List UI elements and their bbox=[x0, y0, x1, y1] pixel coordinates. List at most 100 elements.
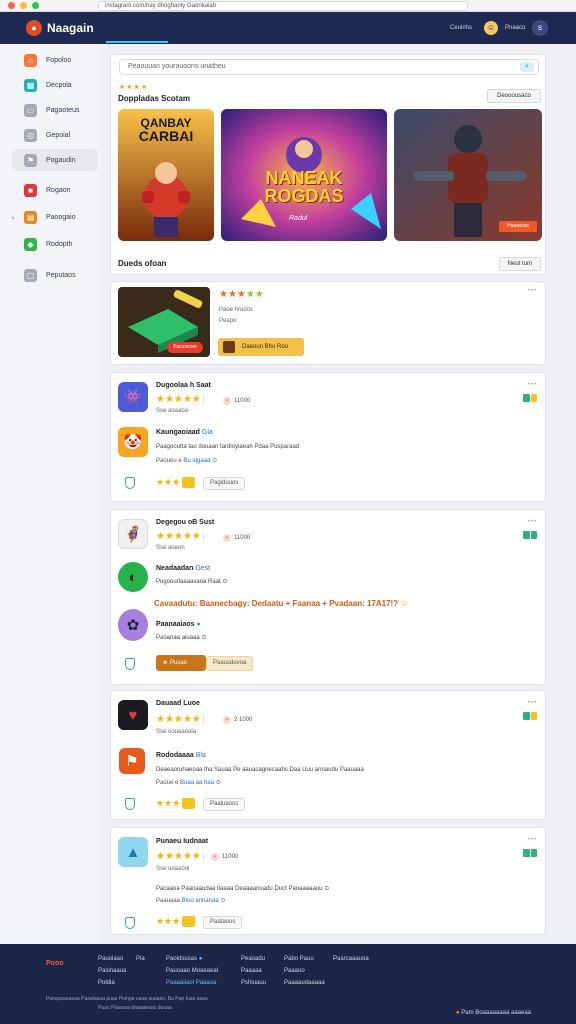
shield-icon bbox=[125, 917, 135, 929]
rank-value: 11000 bbox=[234, 535, 251, 541]
footer-link[interactable]: Paaaaiiaol Paaaoa bbox=[166, 980, 216, 986]
highlight-secondary-button[interactable]: Daeoun Bhu Roo bbox=[218, 338, 304, 356]
close-window-icon[interactable] bbox=[8, 2, 15, 9]
profile-button[interactable]: s bbox=[532, 20, 548, 36]
game-banner-3[interactable]: Haawioss bbox=[394, 109, 542, 241]
active-nav-indicator bbox=[106, 41, 168, 43]
shield-icon: ◆ bbox=[24, 237, 37, 251]
search-icon[interactable]: ⌕ bbox=[520, 62, 534, 72]
more-options-icon[interactable]: ••• bbox=[528, 288, 537, 294]
footer-link[interactable]: Poldia bbox=[98, 980, 115, 986]
sidebar-item-home[interactable]: ⌂ Fopoloo bbox=[12, 49, 98, 71]
sidebar-item-games[interactable]: ◎ Gepoial bbox=[12, 124, 98, 146]
more-options-icon[interactable]: ••• bbox=[528, 700, 537, 706]
more-options-icon[interactable]: ••• bbox=[528, 519, 537, 525]
entry-link[interactable]: Paauaaa Bioo annanaa ⊙ bbox=[156, 897, 225, 904]
game-card-3: ♥ Dauaad Luoe ★★★★★ | • 2 1000 Sse oouaao… bbox=[110, 690, 546, 820]
details-button[interactable]: Pagiduuos bbox=[203, 477, 246, 490]
game-title[interactable]: Punaeu Iudnaat bbox=[156, 838, 208, 845]
details-button[interactable]: Paataoos bbox=[203, 916, 243, 929]
user-avatar-icon[interactable]: ☺ bbox=[484, 21, 498, 35]
minimize-window-icon[interactable] bbox=[20, 2, 27, 9]
entry-2-subtitle: Paoanaa aiuaaa ⊙ bbox=[156, 635, 207, 641]
footer-link[interactable]: Paaaaa bbox=[241, 968, 262, 974]
home-icon: ⌂ bbox=[24, 53, 37, 67]
details-button[interactable]: Paaluaoos bbox=[203, 798, 246, 811]
footer-link[interactable]: Paaauo bbox=[284, 968, 305, 974]
game-rank: • 2 1000 bbox=[223, 716, 252, 724]
entry-tag: Bla bbox=[195, 752, 206, 759]
search-input[interactable]: Peaouuan yourauoons unatheu ⌕ bbox=[119, 59, 539, 75]
sidebar-item-grid[interactable]: ▦ Decpola bbox=[12, 74, 98, 96]
game-icon[interactable]: 👾 bbox=[118, 382, 148, 412]
header-button-1[interactable]: Ceuinhs bbox=[450, 23, 472, 33]
entry-icon[interactable]: ✿ bbox=[118, 609, 148, 641]
game-title[interactable]: Dugoolaa h Saat bbox=[156, 382, 211, 389]
more-button[interactable]: Deooousaco bbox=[487, 89, 541, 103]
details-button[interactable]: Paausduvoa bbox=[206, 656, 254, 671]
footer-link[interactable]: Pabo Pauu bbox=[284, 956, 314, 962]
game-rating-stars: ★★★★★ | bbox=[156, 531, 205, 542]
game-title[interactable]: Degegou oB Sust bbox=[156, 519, 214, 526]
shield-icon bbox=[125, 477, 135, 489]
game-rating-stars: ★★★★★ | bbox=[156, 851, 205, 862]
game-rank: • 11000 bbox=[223, 397, 250, 405]
game-subtitle: Sse uoaaooi bbox=[156, 866, 190, 872]
game-banner-2[interactable]: NANEAK ROGDAS Radul bbox=[221, 109, 387, 241]
game-icon[interactable]: 🦸 bbox=[118, 519, 148, 549]
header-button-2[interactable]: Pnaaco bbox=[505, 23, 525, 33]
footer-logo[interactable]: Pooo bbox=[46, 960, 64, 967]
entry-link[interactable]: Paoue e Buaa aa haa ⊙ bbox=[156, 779, 221, 786]
footer-right-links[interactable]: ● Pam Boaaaaaaaa aaaeaa bbox=[456, 1010, 531, 1016]
link-text: Buaa aa haa bbox=[180, 780, 215, 786]
footer-link[interactable]: Paoidsusas ● bbox=[166, 956, 202, 962]
entry-icon[interactable]: ◐ bbox=[118, 562, 148, 592]
sidebar-item-shield[interactable]: ◆ Rodopth bbox=[12, 233, 98, 255]
game-banner-1[interactable]: QANBAY CARBAI bbox=[118, 109, 214, 241]
footer-link[interactable]: Pauolaao bbox=[98, 956, 123, 962]
footer-link[interactable]: Pshiuauu bbox=[241, 980, 266, 986]
sidebar-item-flag[interactable]: ⚑ Pogaudin bbox=[12, 149, 98, 171]
platform-badge-icon bbox=[523, 531, 537, 539]
footer-link[interactable]: Paaaaudaaaaa bbox=[284, 980, 325, 986]
sidebar-item-label: Peputaos bbox=[46, 271, 76, 279]
footer-link[interactable]: Pauoaao Moaeaeal bbox=[166, 968, 218, 974]
promo-headline: Cavaadutu: Baanecbagy: Dedaatu + Faanaa … bbox=[154, 599, 409, 608]
entry-description: Paagooutta tau douaan tardloyiaeah Pdaa … bbox=[156, 444, 300, 450]
game-icon[interactable]: ▲ bbox=[118, 837, 148, 867]
banner-3-cta-button[interactable]: Haawioss bbox=[499, 221, 537, 232]
footer-link[interactable]: Paarcaaauoa bbox=[333, 956, 369, 962]
entry-title: Kaungaoiaad Gia bbox=[156, 429, 213, 436]
entry-tag: Gia bbox=[201, 429, 213, 436]
game-icon[interactable]: ♥ bbox=[118, 700, 148, 730]
entry-link[interactable]: Paoueu e Bu iqgaaa ⊙ bbox=[156, 457, 217, 464]
banner-2-tag: Radul bbox=[289, 215, 308, 222]
highlight-panel: ★★★★★ Paoe hrudos Peapo Facuseom Daeoun … bbox=[110, 281, 546, 365]
game-title[interactable]: Dauaad Luoe bbox=[156, 700, 200, 707]
entry-name: Kaungaoiaad bbox=[156, 429, 200, 436]
sidebar-item-folder[interactable]: ▭ Pagaoteus bbox=[12, 99, 98, 121]
browser-chrome: instagram.com/hay dhoghanty Gaonkaiab bbox=[0, 0, 576, 12]
app-logo-icon[interactable]: ● bbox=[26, 20, 42, 36]
chart-icon: ▤ bbox=[24, 210, 37, 224]
see-all-button[interactable]: Neut turn bbox=[499, 257, 541, 271]
more-options-icon[interactable]: ••• bbox=[528, 382, 537, 388]
sidebar-item-label: Paoogaio bbox=[46, 213, 76, 221]
entry-icon[interactable]: ⚑ bbox=[119, 748, 145, 774]
platform-badge-icon bbox=[523, 394, 537, 402]
app-header: ● Naagain Ceuinhs ☺ Pnaaco s bbox=[0, 12, 576, 44]
address-bar[interactable]: instagram.com/hay dhoghanty Gaonkaiab bbox=[98, 1, 468, 11]
entry-icon[interactable]: 🤡 bbox=[118, 427, 148, 457]
highlight-action-button[interactable]: Facuseom bbox=[167, 342, 203, 353]
sidebar-item-chart[interactable]: ▤ Paoogaio bbox=[12, 206, 98, 228]
footer-link[interactable]: Pia bbox=[136, 956, 145, 962]
entry-name: Rododaaaa bbox=[156, 752, 194, 759]
play-button[interactable]: ☻ Pusao bbox=[156, 655, 206, 671]
sidebar-item-docs[interactable]: ▢ Peputaos bbox=[12, 264, 98, 286]
banner-2-title-line-2: ROGDAS bbox=[264, 186, 344, 206]
maximize-window-icon[interactable] bbox=[32, 2, 39, 9]
sidebar-item-bag[interactable]: ■ Rogaon bbox=[12, 179, 98, 201]
footer-link[interactable]: Peaoadu bbox=[241, 956, 265, 962]
footer-link[interactable]: Pasinaaua bbox=[98, 968, 126, 974]
more-options-icon[interactable]: ••• bbox=[528, 837, 537, 843]
